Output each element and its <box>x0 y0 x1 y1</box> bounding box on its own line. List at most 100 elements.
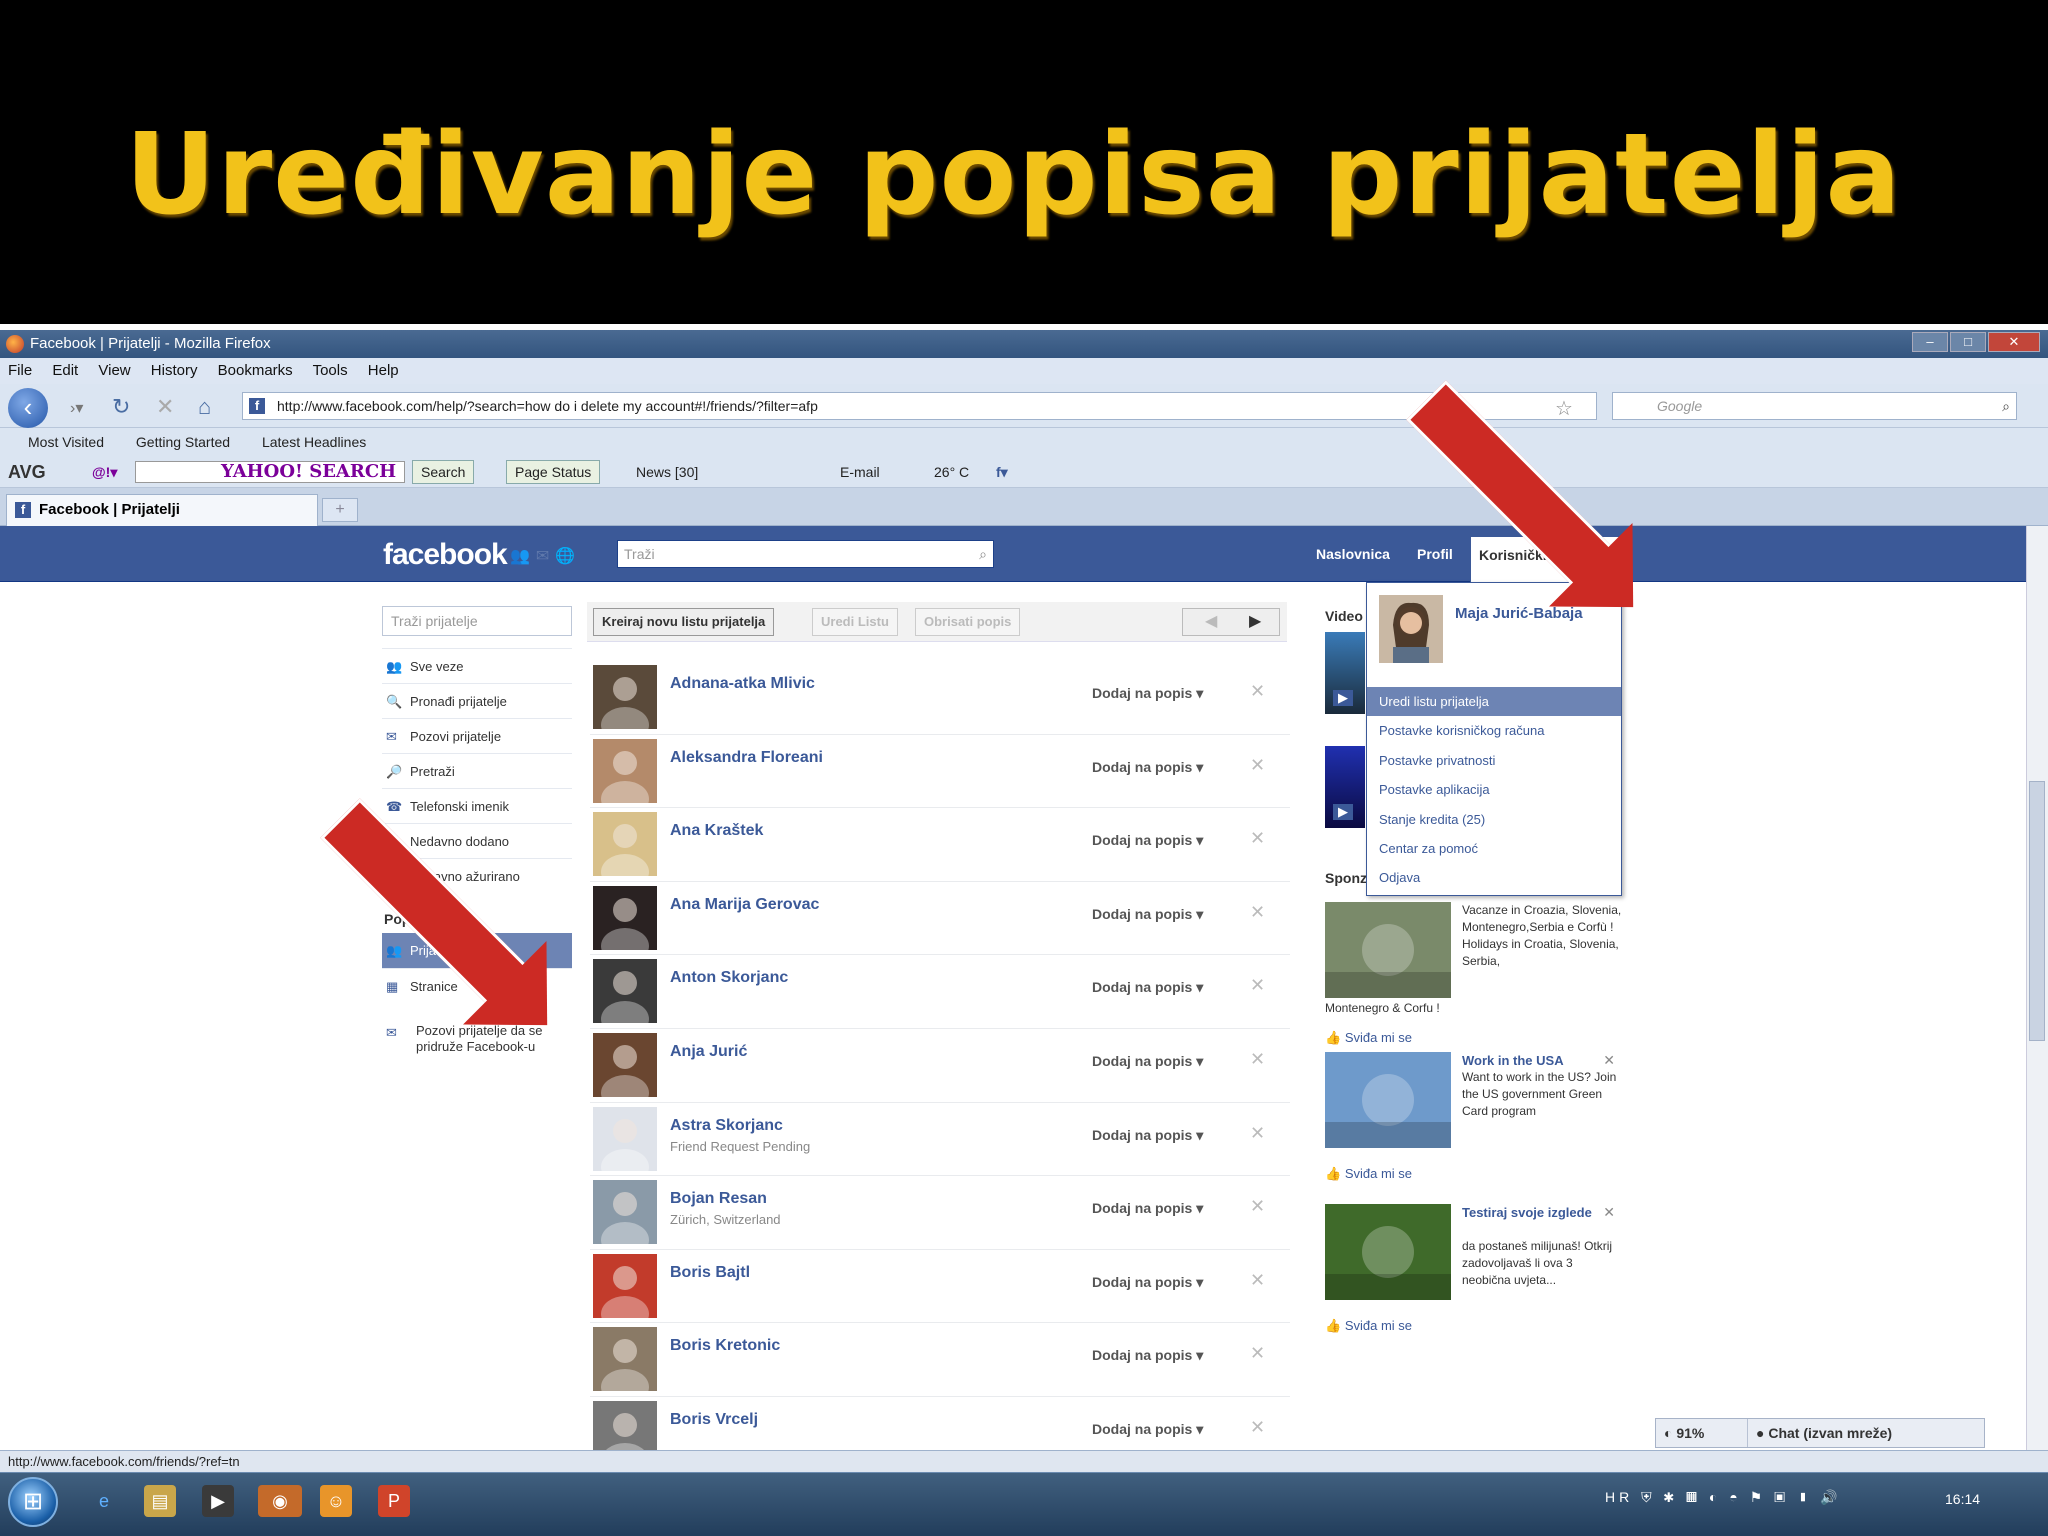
powerpoint-icon[interactable]: P <box>378 1485 410 1517</box>
remove-friend-icon[interactable]: ✕ <box>1250 681 1265 702</box>
nav-home[interactable]: Naslovnica <box>1316 546 1390 562</box>
bookmark-most-visited[interactable]: Most Visited <box>28 434 104 450</box>
page-status-button[interactable]: Page Status <box>506 460 601 484</box>
new-tab-button[interactable]: + <box>322 498 358 522</box>
facebook-toolbar-icon[interactable]: f▾ <box>996 456 1008 488</box>
friend-name[interactable]: Astra Skorjanc <box>670 1117 783 1135</box>
friend-name[interactable]: Adnana-atka Mlivic <box>670 675 815 693</box>
dropdown-item[interactable]: Stanje kredita (25) <box>1367 805 1621 834</box>
add-to-list-button[interactable]: Dodaj na popis ▾ <box>1092 685 1203 702</box>
menu-edit[interactable]: Edit <box>52 362 78 379</box>
facebook-search-input[interactable]: Traži ⌕ <box>617 540 994 568</box>
play-icon[interactable]: ▶ <box>1333 804 1353 820</box>
friend-avatar[interactable] <box>593 1032 657 1097</box>
friend-name[interactable]: Ana Marija Gerovac <box>670 896 819 914</box>
reload-icon[interactable]: ↻ <box>112 394 130 420</box>
facebook-logo[interactable]: facebook <box>383 538 508 572</box>
prev-page-icon[interactable]: ◀ <box>1205 611 1217 631</box>
play-icon[interactable]: ▶ <box>1333 690 1353 706</box>
app-icon[interactable]: ☺ <box>320 1485 352 1517</box>
friend-avatar[interactable] <box>593 1180 657 1245</box>
chat-bar[interactable]: ◐ 91% ● Chat (izvan mreže) <box>1655 1418 1985 1448</box>
menu-help[interactable]: Help <box>368 362 399 379</box>
minimize-button[interactable]: – <box>1912 332 1948 352</box>
friend-name[interactable]: Anja Jurić <box>670 1043 747 1061</box>
remove-friend-icon[interactable]: ✕ <box>1250 1123 1265 1144</box>
firefox-taskbar-icon[interactable]: ◉ <box>258 1485 302 1517</box>
dropdown-item[interactable]: Postavke aplikacija <box>1367 775 1621 804</box>
add-to-list-button[interactable]: Dodaj na popis ▾ <box>1092 1127 1203 1144</box>
dropdown-item[interactable]: Odjava <box>1367 863 1621 892</box>
friend-avatar[interactable] <box>593 959 657 1024</box>
add-to-list-button[interactable]: Dodaj na popis ▾ <box>1092 979 1203 996</box>
create-list-button[interactable]: Kreiraj novu listu prijatelja <box>593 608 775 636</box>
menu-bookmarks[interactable]: Bookmarks <box>218 362 293 379</box>
ad-like-link[interactable]: 👍 Sviđa mi se <box>1325 1318 1412 1334</box>
friend-name[interactable]: Bojan Resan <box>670 1190 767 1208</box>
bookmark-latest-headlines[interactable]: Latest Headlines <box>262 434 366 450</box>
friend-avatar[interactable] <box>593 812 657 877</box>
ad-title[interactable]: Work in the USA <box>1462 1052 1612 1069</box>
language-indicator[interactable]: HR <box>1605 1489 1633 1505</box>
scrollbar-thumb[interactable] <box>2029 781 2045 1041</box>
ad-image[interactable] <box>1325 1204 1451 1300</box>
stop-icon[interactable]: ✕ <box>156 394 174 420</box>
page-scrollbar[interactable] <box>2026 526 2048 1450</box>
add-to-list-button[interactable]: Dodaj na popis ▾ <box>1092 1053 1203 1070</box>
dropdown-item[interactable]: Uredi listu prijatelja <box>1367 687 1621 717</box>
friend-name[interactable]: Boris Bajtl <box>670 1264 750 1282</box>
start-button[interactable]: ⊞ <box>8 1477 58 1527</box>
remove-friend-icon[interactable]: ✕ <box>1250 1343 1265 1364</box>
add-to-list-button[interactable]: Dodaj na popis ▾ <box>1092 906 1203 923</box>
notification-icons[interactable]: 👥✉🌐 <box>510 546 581 566</box>
avg-logo[interactable]: AVG <box>8 456 46 488</box>
search-button[interactable]: Search <box>412 460 475 484</box>
remove-friend-icon[interactable]: ✕ <box>1250 902 1265 923</box>
remove-friend-icon[interactable]: ✕ <box>1250 1417 1265 1438</box>
remove-friend-icon[interactable]: ✕ <box>1250 1049 1265 1070</box>
friend-avatar[interactable] <box>593 665 657 729</box>
remove-friend-icon[interactable]: ✕ <box>1250 828 1265 849</box>
profile-photo[interactable] <box>1379 595 1443 663</box>
remove-friend-icon[interactable]: ✕ <box>1250 755 1265 776</box>
yahoo-icon[interactable]: @!▾ <box>92 456 117 488</box>
video-thumbnail[interactable]: ▶ <box>1325 632 1365 714</box>
explorer-icon[interactable]: ▤ <box>144 1485 176 1517</box>
bookmark-getting-started[interactable]: Getting Started <box>136 434 230 450</box>
email-button[interactable]: E-mail <box>840 456 880 488</box>
url-bar[interactable]: f http://www.facebook.com/help/?search=h… <box>242 392 1597 420</box>
next-page-icon[interactable]: ▶ <box>1249 611 1261 631</box>
friend-name[interactable]: Anton Skorjanc <box>670 969 788 987</box>
video-thumbnail[interactable]: ▶ <box>1325 746 1365 828</box>
search-box[interactable]: Google ⌕ <box>1612 392 2017 420</box>
ad-like-link[interactable]: 👍 Sviđa mi se <box>1325 1030 1412 1046</box>
menu-file[interactable]: File <box>8 362 32 379</box>
remove-friend-icon[interactable]: ✕ <box>1250 1196 1265 1217</box>
search-icon[interactable]: ⌕ <box>979 541 987 567</box>
sidebar-item[interactable]: 🔎 Pretraži <box>382 753 572 788</box>
menu-tools[interactable]: Tools <box>313 362 348 379</box>
add-to-list-button[interactable]: Dodaj na popis ▾ <box>1092 1347 1203 1364</box>
ad-image[interactable] <box>1325 1052 1451 1148</box>
friend-avatar[interactable] <box>593 1253 657 1318</box>
edit-list-button[interactable]: Uredi Listu <box>812 608 898 636</box>
system-tray[interactable]: HR ⛨ ✱ ▦ ◐ ◓ ⚑ ▣ ▮ 🔊 <box>1605 1489 1842 1506</box>
nav-profile[interactable]: Profil <box>1417 546 1453 562</box>
news-button[interactable]: News [30] <box>636 456 698 488</box>
maximize-button[interactable]: □ <box>1950 332 1986 352</box>
media-player-icon[interactable]: ▶ <box>202 1485 234 1517</box>
add-to-list-button[interactable]: Dodaj na popis ▾ <box>1092 1421 1203 1438</box>
ad-like-link[interactable]: 👍 Sviđa mi se <box>1325 1166 1412 1182</box>
tab-facebook-prijatelji[interactable]: f Facebook | Prijatelji <box>6 494 318 526</box>
friend-name[interactable]: Aleksandra Floreani <box>670 749 823 767</box>
close-button[interactable]: ✕ <box>1988 332 2040 352</box>
friend-avatar[interactable] <box>593 1327 657 1392</box>
sidebar-item[interactable]: ✉ Pozovi prijatelje <box>382 718 572 753</box>
friend-avatar[interactable] <box>593 1106 657 1171</box>
menu-view[interactable]: View <box>98 362 130 379</box>
bookmark-star-icon[interactable]: ☆ <box>1555 396 1573 421</box>
remove-friend-icon[interactable]: ✕ <box>1250 975 1265 996</box>
ad-image[interactable] <box>1325 902 1451 998</box>
dropdown-item[interactable]: Postavke korisničkog računa <box>1367 716 1621 745</box>
ad-title[interactable]: Testiraj svoje izglede <box>1462 1204 1612 1221</box>
